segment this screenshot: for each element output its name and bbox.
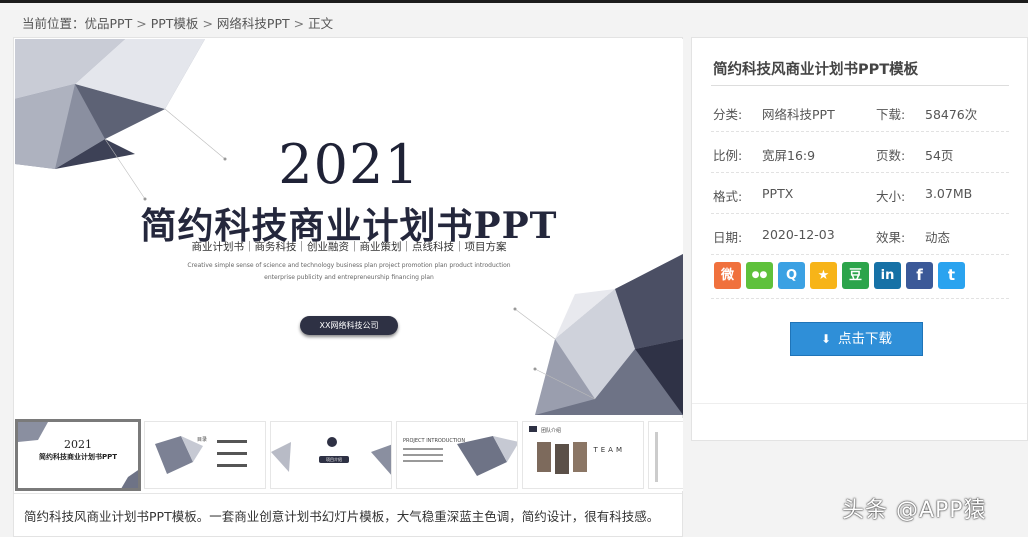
- weibo-icon[interactable]: 微: [714, 262, 741, 289]
- top-bar: [0, 0, 1028, 3]
- douban-icon[interactable]: 豆: [842, 262, 869, 289]
- row-divider: [711, 172, 1009, 173]
- breadcrumb-separator: >: [202, 16, 213, 31]
- linkedin-icon[interactable]: in: [874, 262, 901, 289]
- format-value: PPTX: [762, 186, 794, 201]
- facebook-icon[interactable]: f: [906, 262, 933, 289]
- date-label: 日期:: [713, 230, 743, 245]
- ratio-label: 比例:: [713, 148, 743, 163]
- breadcrumb-separator: >: [136, 16, 147, 31]
- size-label: 大小:: [876, 189, 906, 204]
- slide-english-text: Creative simple sense of science and tec…: [175, 260, 523, 284]
- breadcrumb: 当前位置：优品PPT > PPT模板 > 网络科技PPT > 正文: [22, 13, 333, 32]
- thumb-title: 简约科技商业计划书PPT: [38, 453, 118, 461]
- breadcrumb-item-ppt-templates[interactable]: PPT模板: [151, 16, 199, 31]
- thumb-polygon-decoration: [155, 436, 247, 474]
- row-divider: [711, 254, 1009, 255]
- watermark: 头条 @APP猿: [842, 498, 987, 523]
- thumb-lines: [655, 432, 658, 482]
- thumbnail-4[interactable]: PROJECT INTRODUCTION: [396, 421, 518, 489]
- breadcrumb-separator: >: [293, 16, 305, 31]
- preview-panel: 2021 简约科技商业计划书PPT 商业计划书｜商务科技｜创业融资｜商业策划｜点…: [13, 37, 683, 537]
- date-value: 2020-12-03: [762, 227, 835, 242]
- downloads-label: 下载:: [876, 107, 906, 122]
- row-divider: [711, 298, 1009, 299]
- thumb-label: 目录: [197, 437, 208, 443]
- thumbnail-1[interactable]: 2021 简约科技商业计划书PPT: [15, 419, 141, 491]
- thumbnail-6[interactable]: [648, 421, 683, 489]
- pages-label: 页数:: [876, 148, 906, 163]
- twitter-icon[interactable]: t: [938, 262, 965, 289]
- breadcrumb-item-tech-ppt[interactable]: 网络科技PPT: [217, 16, 290, 31]
- thumb-label: PROJECT INTRODUCTION: [403, 438, 466, 444]
- qq-icon[interactable]: Q: [778, 262, 805, 289]
- downloads-value: 58476次: [925, 107, 978, 122]
- breadcrumb-item-youpin[interactable]: 优品PPT: [85, 16, 133, 31]
- slide-tags: 商业计划书｜商务科技｜创业融资｜商业策划｜点线科技｜项目方案: [191, 241, 507, 253]
- slide-year: 2021: [278, 133, 420, 196]
- pages-value: 54页: [925, 148, 954, 163]
- category-label: 分类:: [713, 107, 743, 122]
- thumbnail-2[interactable]: 目录: [144, 421, 266, 489]
- thumb-label: 团队介绍: [541, 428, 562, 434]
- download-button-label: 点击下载: [838, 331, 893, 347]
- template-description: 简约科技风商业计划书PPT模板。一套商业创意计划书幻灯片模板，大气稳重深蓝主色调…: [24, 509, 660, 524]
- thumb-polygon-decoration: [403, 436, 517, 476]
- thumb-team-text: TEAM: [593, 446, 625, 454]
- template-title: 简约科技风商业计划书PPT模板: [713, 62, 919, 78]
- slide-english-line-1: Creative simple sense of science and tec…: [187, 262, 511, 269]
- thumb-year: 2021: [64, 438, 92, 451]
- breadcrumb-prefix: 当前位置：: [22, 16, 85, 31]
- slide-company-pill: XX网络科技公司: [300, 316, 398, 335]
- category-value[interactable]: 网络科技PPT: [762, 104, 835, 123]
- effect-value: 动态: [925, 230, 951, 245]
- thumb-section-pill: 项目介绍: [319, 456, 349, 463]
- download-button[interactable]: ⬇ 点击下载: [790, 322, 923, 356]
- ratio-value: 宽屏16:9: [762, 148, 816, 163]
- thumbnail-strip: 2021 简约科技商业计划书PPT 目录 项目介绍 PROJECT INTROD…: [15, 418, 683, 491]
- format-label: 格式:: [713, 189, 743, 204]
- panel-divider: [692, 403, 1027, 404]
- info-panel: 简约科技风商业计划书PPT模板 分类: 网络科技PPT 下载: 58476次 比…: [691, 37, 1028, 441]
- qzone-icon[interactable]: ★: [810, 262, 837, 289]
- breadcrumb-item-current: 正文: [308, 16, 334, 31]
- thumbnail-3[interactable]: 项目介绍: [270, 421, 392, 489]
- slide-english-line-2: enterprise publicity and entrepreneurshi…: [264, 274, 434, 281]
- slide-preview[interactable]: 2021 简约科技商业计划书PPT 商业计划书｜商务科技｜创业融资｜商业策划｜点…: [15, 39, 683, 415]
- size-value: 3.07MB: [925, 186, 973, 201]
- wechat-icon[interactable]: ●●: [746, 262, 773, 289]
- row-divider: [711, 213, 1009, 214]
- row-divider: [711, 131, 1009, 132]
- thumbnail-5[interactable]: 团队介绍 TEAM: [522, 421, 644, 489]
- title-divider: [711, 85, 1009, 86]
- effect-label: 效果:: [876, 230, 906, 245]
- download-icon: ⬇: [820, 332, 832, 346]
